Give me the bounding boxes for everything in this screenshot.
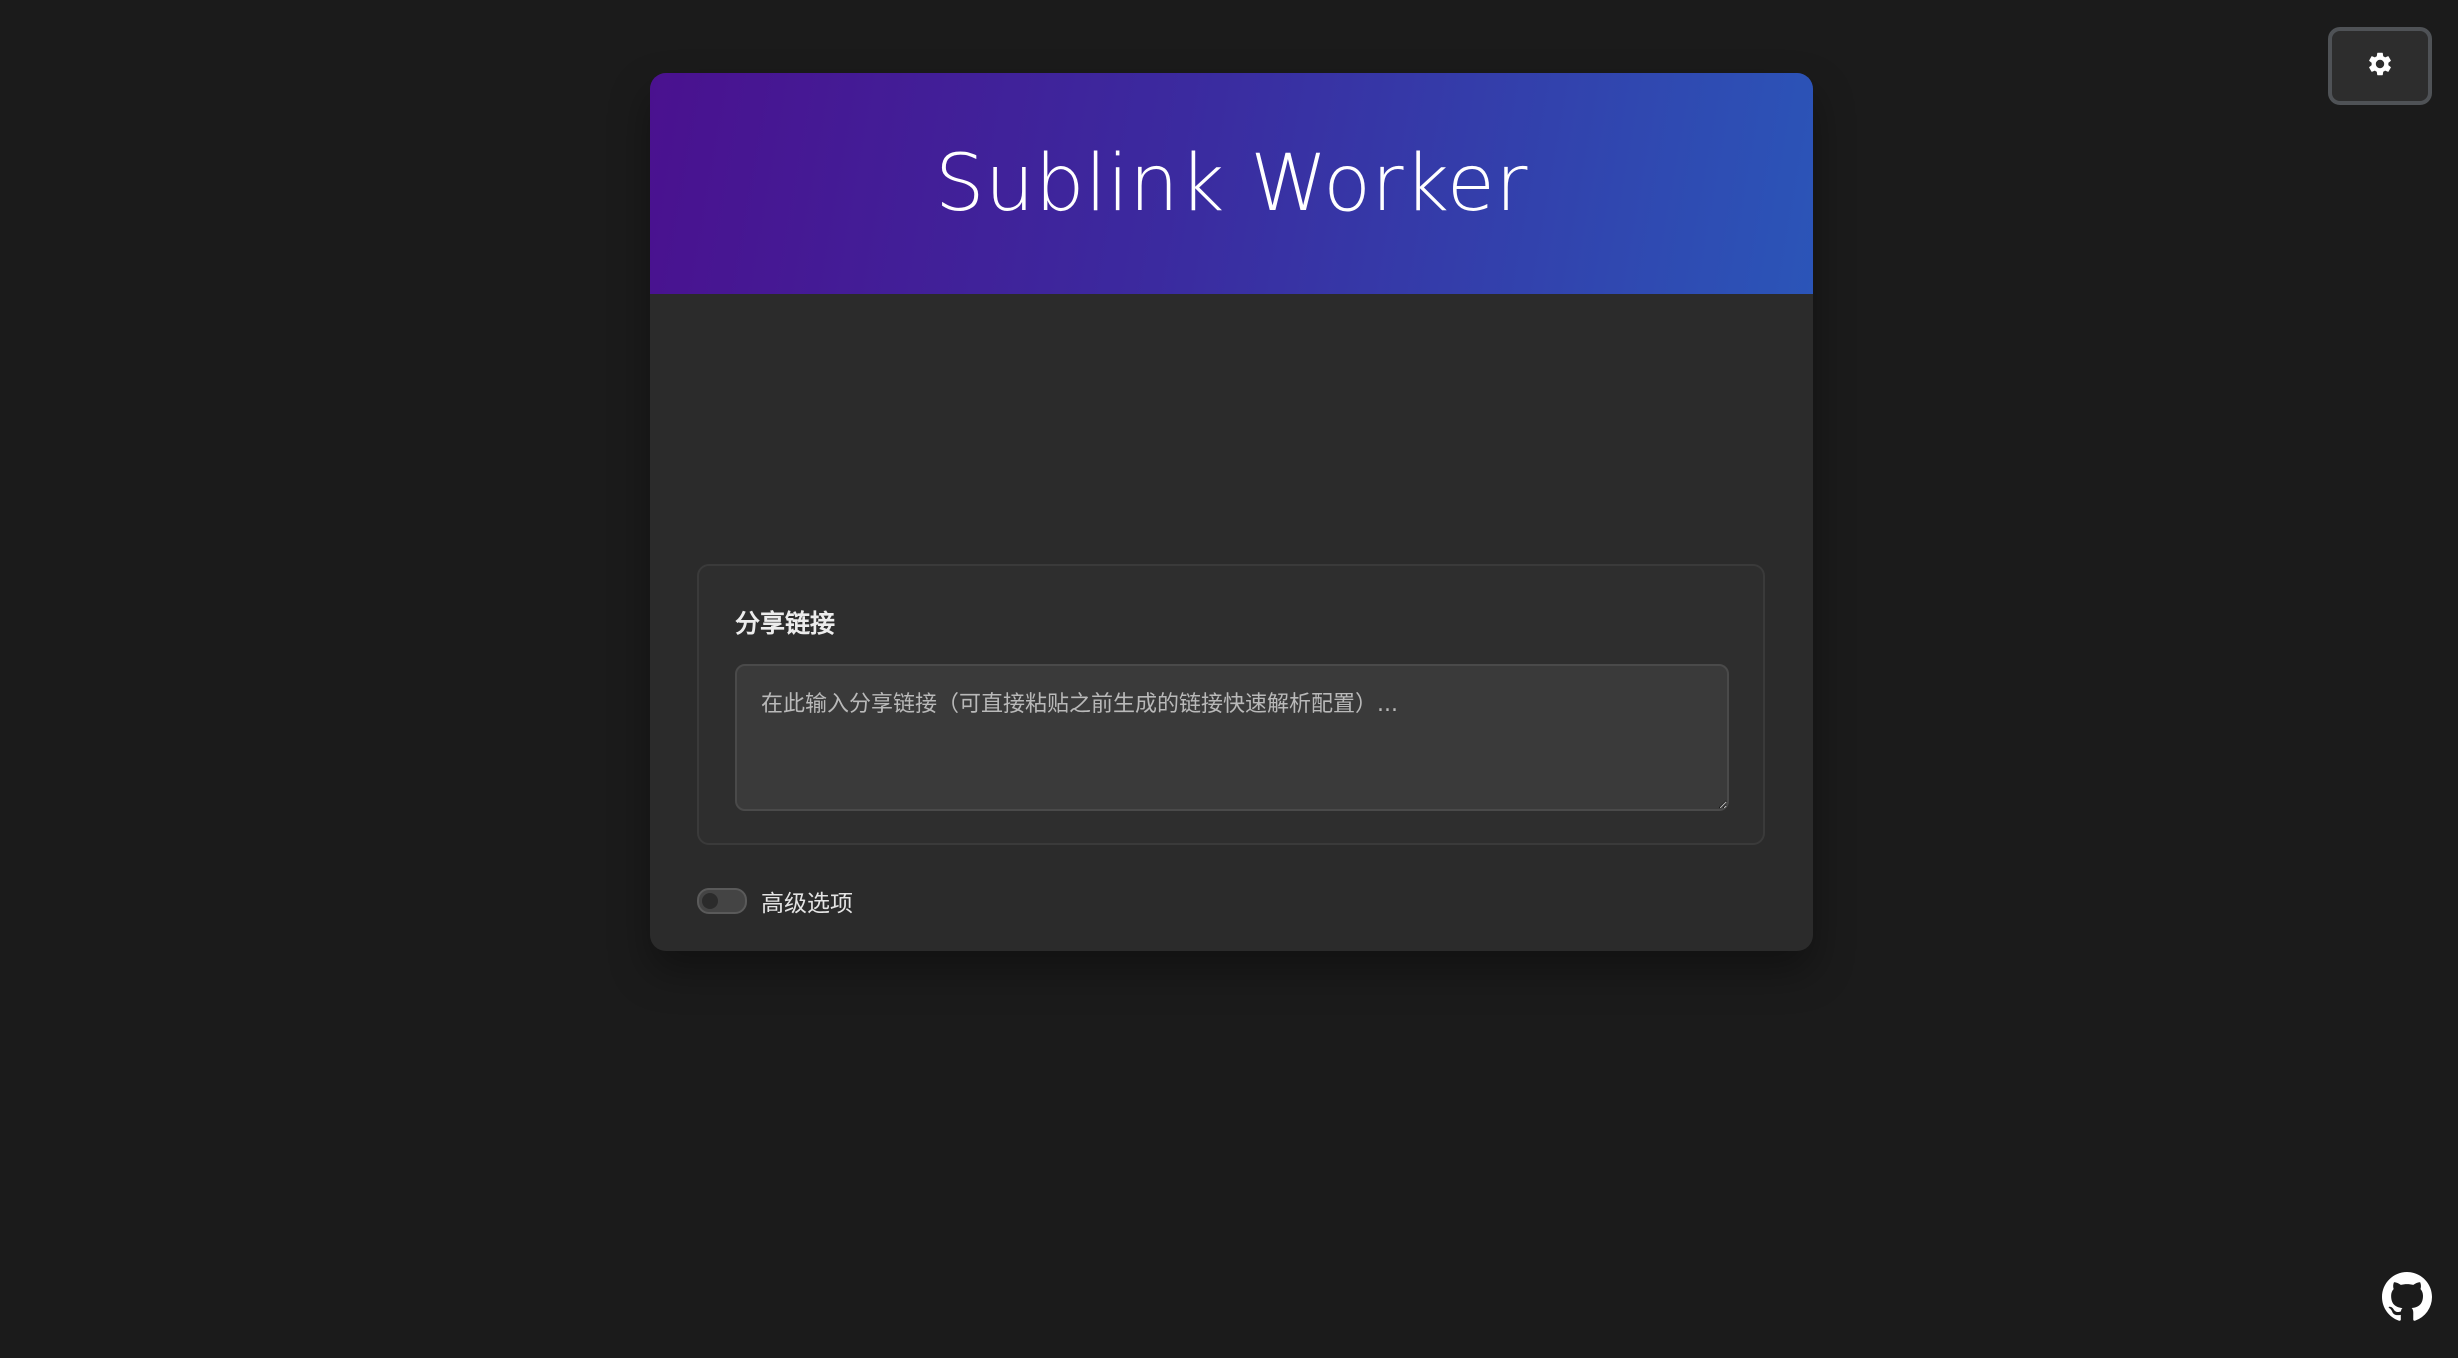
gear-icon — [2366, 50, 2394, 82]
advanced-options-label: 高级选项 — [761, 891, 853, 917]
theme-toggle-button[interactable] — [2328, 27, 2432, 105]
advanced-options-row: 高级选项 — [697, 884, 853, 918]
github-link[interactable] — [2382, 1272, 2432, 1322]
toggle-knob — [702, 893, 718, 909]
card-header: Sublink Worker — [650, 73, 1813, 294]
page-title: Sublink Worker — [935, 138, 1528, 229]
share-link-input[interactable] — [735, 664, 1729, 811]
converter-card: Sublink Worker 分享链接 高级选项 — [650, 73, 1813, 951]
share-link-label: 分享链接 — [735, 609, 836, 638]
page: Sublink Worker 分享链接 高级选项 — [0, 0, 2458, 1358]
github-icon — [2382, 1272, 2432, 1326]
advanced-options-toggle[interactable] — [697, 888, 747, 914]
share-link-section: 分享链接 — [697, 564, 1765, 845]
